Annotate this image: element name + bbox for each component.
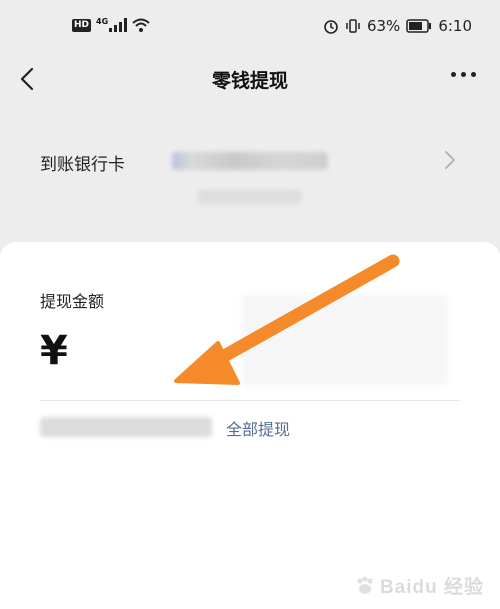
watermark: Baidu 经验 xyxy=(354,572,484,599)
battery-icon xyxy=(406,19,432,33)
battery-percent: 63% xyxy=(366,17,401,35)
nav-bar: 零钱提现 xyxy=(0,56,500,104)
more-icon-dot xyxy=(471,72,476,77)
withdraw-card: 提现金额 ¥ 全部提现 Baidu 经验 xyxy=(0,242,500,609)
bank-card-row[interactable]: 到账银行卡 xyxy=(0,130,500,220)
bank-card-label: 到账银行卡 xyxy=(40,155,125,175)
more-button[interactable] xyxy=(451,72,476,77)
page-title: 零钱提现 xyxy=(211,70,288,92)
withdraw-all-link[interactable]: 全部提现 xyxy=(226,416,290,440)
signal-icon xyxy=(109,18,128,32)
bank-card-name-redacted xyxy=(172,152,328,170)
status-right: 63% 6:10 xyxy=(323,17,472,35)
hd-badge: HD xyxy=(72,18,92,32)
currency-symbol[interactable]: ¥ xyxy=(40,328,68,374)
paw-icon xyxy=(357,575,373,594)
divider xyxy=(40,400,460,401)
more-icon-dot xyxy=(461,72,466,77)
more-icon-dot xyxy=(451,72,456,77)
status-bar: HD 4G 63% 6:10 xyxy=(0,0,500,56)
watermark-text: Baidu 经验 xyxy=(379,577,484,598)
vibrate-icon xyxy=(346,19,360,33)
network-label: 4G xyxy=(96,16,109,26)
keypad-ghost xyxy=(242,294,448,386)
alarm-icon xyxy=(324,20,338,34)
bank-card-detail-redacted xyxy=(198,190,302,204)
clock: 6:10 xyxy=(438,17,472,35)
status-left: HD 4G xyxy=(72,16,150,32)
balance-redacted xyxy=(40,417,212,437)
chevron-right-icon xyxy=(445,151,455,169)
wifi-icon xyxy=(132,18,150,32)
amount-label: 提现金额 xyxy=(40,292,105,311)
